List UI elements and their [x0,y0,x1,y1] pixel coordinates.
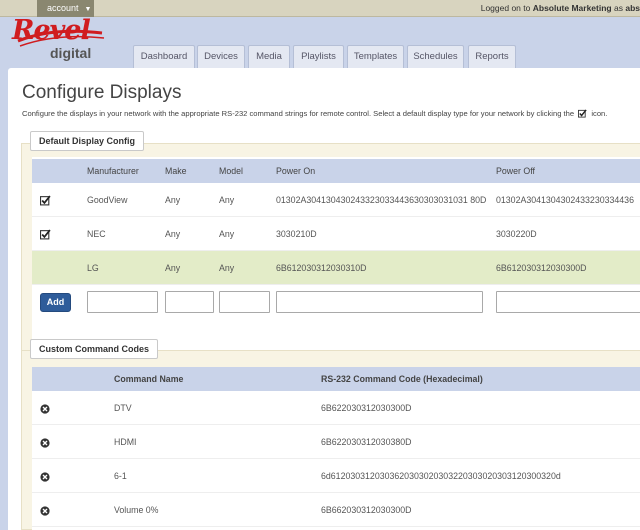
table-row: GoodView Any Any 01302A30413043024332303… [32,183,640,217]
table-row-selected[interactable]: LG Any Any 6B612030312030310D 6B61203031… [32,251,640,285]
cell-make: Any [165,263,181,273]
subtitle-text-after: icon. [591,109,608,118]
cell-power-on: 3030210D [276,229,317,239]
cell-command-name: 6-1 [114,471,127,481]
table-row: Volume 0% 6B662030312030300D [32,493,640,527]
col-manufacturer: Manufacturer [87,166,139,176]
model-input[interactable] [219,291,270,313]
cell-model: Any [219,229,235,239]
delete-icon[interactable] [40,438,50,448]
header: Revel digital Dashboard Devices Media Pl… [0,15,640,68]
cell-manufacturer: GoodView [87,195,128,205]
logo-revel-text: Revel [12,15,91,46]
checkbox-checked-icon [578,109,587,118]
cell-command-name: HDMI [114,437,137,447]
tab-devices[interactable]: Devices [197,45,245,68]
logged-user: abs [625,3,640,13]
cell-command-code: 6B622030312030300D [321,403,412,413]
cell-command-code: 6B622030312030380D [321,437,412,447]
col-command-name: Command Name [114,374,184,384]
cell-power-off: 6B612030312030300D [496,263,587,273]
col-model: Model [219,166,243,176]
logged-prefix: Logged on to [480,3,531,13]
cell-make: Any [165,195,181,205]
cell-command-code: 6d61203031203036203030203032203030203031… [321,471,561,481]
cell-make: Any [165,229,181,239]
delete-icon[interactable] [40,506,50,516]
table-row: 6-1 6d6120303120303620303020303220303020… [32,459,640,493]
table-row: DTV 6B622030312030300D [32,391,640,425]
col-rs232-code: RS-232 Command Code (Hexadecimal) [321,374,483,384]
custom-command-codes-section: Custom Command Codes Command Name RS-232… [21,339,640,530]
cell-command-name: Volume 0% [114,505,159,515]
col-make: Make [165,166,187,176]
logged-org: Absolute Marketing [532,3,612,13]
table-header: Command Name RS-232 Command Code (Hexade… [32,367,640,391]
custom-command-codes-legend: Custom Command Codes [30,339,159,359]
tab-dashboard[interactable]: Dashboard [133,45,195,68]
logo-digital-text: digital [50,45,92,61]
subtitle-text-before: Configure the displays in your network w… [22,109,575,118]
power-on-input[interactable] [276,291,483,313]
cell-power-off: 01302A3041304302433230334436 [496,195,634,205]
cell-power-off: 3030220D [496,229,537,239]
cell-manufacturer: LG [87,263,99,273]
cell-command-name: DTV [114,403,132,413]
checkbox-checked-icon[interactable] [40,229,51,240]
cell-model: Any [219,195,235,205]
add-button[interactable]: Add [40,293,71,312]
main-panel: Configure Displays Configure the display… [8,68,640,530]
table-row: HDMI 6B622030312030380D [32,425,640,459]
manufacturer-input[interactable] [87,291,158,313]
command-codes-table: Command Name RS-232 Command Code (Hexade… [32,367,640,530]
delete-icon[interactable] [40,404,50,414]
cell-power-on: 01302A304130430243323033443630303031031 … [276,195,487,205]
logged-suffix: as [613,3,623,13]
table-header: Manufacturer Make Model Power On Power O… [32,159,640,183]
delete-icon[interactable] [40,472,50,482]
page-title: Configure Displays [22,82,182,103]
make-input[interactable] [165,291,214,313]
cell-power-on: 6B612030312030310D [276,263,367,273]
default-display-config-legend: Default Display Config [30,131,145,151]
tab-schedules[interactable]: Schedules [407,45,464,68]
cell-manufacturer: NEC [87,229,106,239]
cell-model: Any [219,263,235,273]
tab-reports[interactable]: Reports [468,45,516,68]
tab-templates[interactable]: Templates [347,45,404,68]
cell-command-code: 6B662030312030300D [321,505,412,515]
revel-digital-logo[interactable]: Revel digital [12,15,107,65]
col-power-on: Power On [276,166,316,176]
tab-media[interactable]: Media [248,45,290,68]
col-power-off: Power Off [496,166,535,176]
page-subtitle: Configure the displays in your network w… [22,109,607,118]
account-label: account [47,3,79,13]
power-off-input[interactable] [496,291,640,313]
table-row: NEC Any Any 3030210D 3030220D [32,217,640,251]
tab-playlists[interactable]: Playlists [293,45,344,68]
top-bar: account ▼ Logged on to Absolute Marketing… [0,0,640,17]
caret-down-icon: ▼ [84,6,92,13]
checkbox-checked-icon[interactable] [40,195,51,206]
logged-on-status: Logged on to Absolute Marketing as abs [481,0,640,17]
